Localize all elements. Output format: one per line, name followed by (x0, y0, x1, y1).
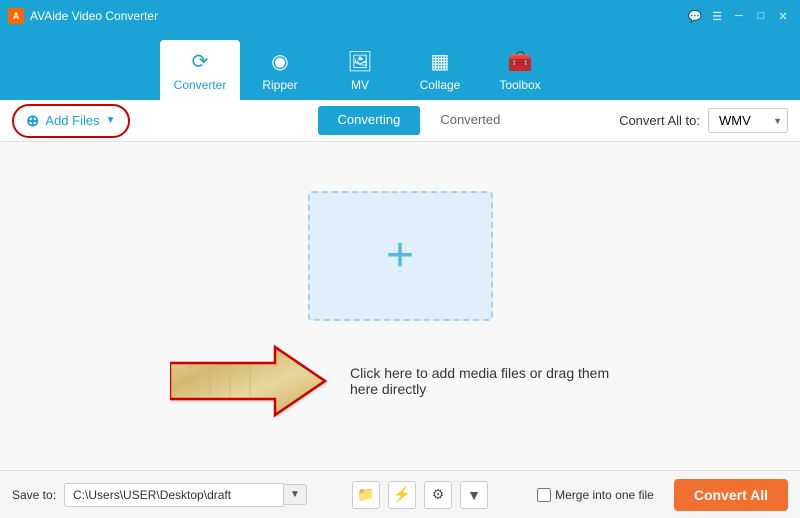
flash-icon-button[interactable]: ⚡ (388, 481, 416, 509)
title-bar-controls: 💬 ☰ ─ □ ✕ (686, 9, 792, 23)
title-bar-left: A AVAide Video Converter (8, 8, 158, 24)
menu-icon[interactable]: ☰ (708, 9, 726, 23)
save-path-wrap: ▼ (64, 483, 344, 507)
dropdown-arrow-icon: ▼ (106, 115, 116, 126)
save-path-dropdown[interactable]: ▼ (284, 484, 307, 505)
nav-bar: ⟳ Converter ◉ Ripper 🖼 MV ▦ Collage 🧰 To… (0, 32, 800, 100)
converter-icon: ⟳ (192, 49, 209, 74)
folder-icon-button[interactable]: 📁 (352, 481, 380, 509)
settings-icon-button[interactable]: ⚙ (424, 481, 452, 509)
sub-tab-converting[interactable]: Converting (318, 106, 421, 135)
plus-icon: ⊕ (26, 111, 39, 131)
app-logo: A (8, 8, 24, 24)
format-select[interactable]: WMV MP4 AVI MOV MKV FLV (708, 108, 788, 133)
mv-icon: 🖼 (347, 49, 372, 74)
tab-converter[interactable]: ⟳ Converter (160, 40, 240, 100)
merge-label: Merge into one file (555, 488, 654, 502)
minimize-button[interactable]: ─ (730, 9, 748, 23)
drop-hint-text: Click here to add media files or drag th… (350, 365, 630, 397)
ripper-icon: ◉ (271, 49, 288, 74)
sub-tab-converted[interactable]: Converted (420, 106, 520, 135)
convert-all-button[interactable]: Convert All (674, 479, 788, 511)
annotation-area: Click here to add media files or drag th… (170, 341, 630, 421)
convert-all-to-section: Convert All to: WMV MP4 AVI MOV MKV FLV (619, 108, 788, 133)
collage-icon: ▦ (431, 49, 450, 74)
settings-dropdown-button[interactable]: ▼ (460, 481, 488, 509)
close-button[interactable]: ✕ (774, 9, 792, 23)
convert-all-to-label: Convert All to: (619, 113, 700, 128)
drop-zone-plus-icon: + (386, 232, 414, 280)
tab-collage[interactable]: ▦ Collage (400, 40, 480, 100)
message-icon[interactable]: 💬 (686, 9, 704, 23)
merge-checkbox[interactable] (537, 488, 551, 502)
merge-wrap: Merge into one file (537, 488, 654, 502)
save-to-label: Save to: (12, 488, 56, 502)
app-title: AVAide Video Converter (30, 9, 158, 23)
drop-zone[interactable]: + (308, 191, 493, 321)
tab-mv[interactable]: 🖼 MV (320, 40, 400, 100)
sub-tab-group: Converting Converted (318, 106, 521, 135)
arrow-annotation (170, 341, 330, 421)
format-select-wrap: WMV MP4 AVI MOV MKV FLV (708, 108, 788, 133)
tab-ripper[interactable]: ◉ Ripper (240, 40, 320, 100)
main-content: + Click here to add media files or drag (0, 142, 800, 470)
toolbox-icon: 🧰 (508, 49, 533, 74)
tab-toolbox[interactable]: 🧰 Toolbox (480, 40, 560, 100)
add-files-label: Add Files (45, 113, 99, 128)
toolbar: ⊕ Add Files ▼ Converting Converted Conve… (0, 100, 800, 142)
add-files-button[interactable]: ⊕ Add Files ▼ (12, 104, 130, 138)
title-bar: A AVAide Video Converter 💬 ☰ ─ □ ✕ (0, 0, 800, 32)
maximize-button[interactable]: □ (752, 9, 770, 23)
bottom-bar: Save to: ▼ 📁 ⚡ ⚙ ▼ Merge into one file C… (0, 470, 800, 518)
save-path-input[interactable] (64, 483, 284, 507)
